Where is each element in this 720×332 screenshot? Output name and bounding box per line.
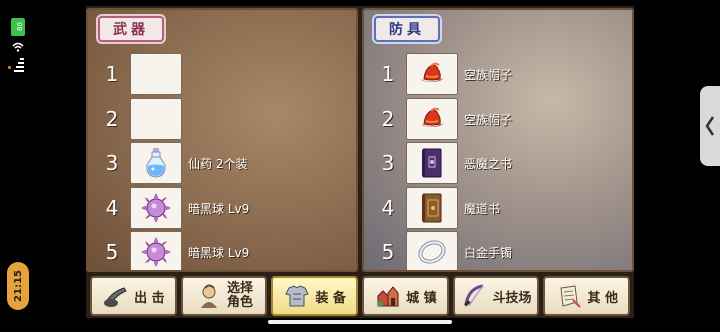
nav-label-line2: 角色 xyxy=(227,295,254,310)
slot-number: 3 xyxy=(105,151,119,175)
slot-box[interactable] xyxy=(406,231,458,270)
battery-indicator: 80 xyxy=(11,18,25,36)
signal-icon xyxy=(14,58,24,72)
weapon-slot[interactable]: 2 xyxy=(98,97,348,141)
sortie-icon xyxy=(102,282,130,310)
clock-time: 21:15 xyxy=(12,270,24,302)
nav-equipment-button[interactable]: 装 备 xyxy=(271,276,359,316)
slot-label: 暗黑球 Lv9 xyxy=(188,245,250,260)
slot-number: 2 xyxy=(381,107,395,131)
nav-arena-button[interactable]: 斗技场 xyxy=(452,276,540,316)
scroll-icon xyxy=(555,282,583,310)
slot-box[interactable] xyxy=(130,187,182,229)
game-screen: 武器 1 2 3 仙药 2个装 4 暗黑球 Lv9 5 暗黑球 Lv9 防具 1… xyxy=(86,6,634,318)
nav-label: 斗技场 xyxy=(492,290,532,306)
weapon-slot[interactable]: 4 暗黑球 Lv9 xyxy=(98,186,348,230)
slot-box-empty[interactable] xyxy=(130,53,182,95)
slot-number: 1 xyxy=(105,62,119,86)
dark-orb-icon xyxy=(141,237,171,267)
slot-box[interactable] xyxy=(406,142,458,184)
slot-number: 1 xyxy=(381,62,395,86)
back-tab[interactable] xyxy=(700,86,720,166)
slot-box[interactable] xyxy=(130,142,182,184)
nav-label-line1: 选择 xyxy=(227,281,254,296)
weapons-title: 武器 xyxy=(98,16,164,42)
slot-number: 4 xyxy=(105,196,119,220)
slot-box[interactable] xyxy=(406,98,458,140)
slot-number: 5 xyxy=(381,240,395,264)
nav-select-character-button[interactable]: 选择 角色 xyxy=(180,276,268,316)
slot-label: 白金手镯 xyxy=(464,245,513,260)
armor-slot[interactable]: 1 空族帽子 xyxy=(374,52,624,96)
weapon-slot[interactable]: 5 暗黑球 Lv9 xyxy=(98,230,348,270)
red-hat-icon xyxy=(420,62,444,82)
potion-icon xyxy=(146,148,166,178)
slot-label: 魔道书 xyxy=(464,201,501,216)
nav-other-button[interactable]: 其 他 xyxy=(543,276,631,316)
time-pill: 21:15 xyxy=(7,262,29,310)
nav-label: 装 备 xyxy=(315,290,346,306)
slot-label: 仙药 2个装 xyxy=(188,156,248,171)
red-hat-icon xyxy=(420,107,444,127)
nav-label: 城 镇 xyxy=(406,290,437,306)
armor-title: 防具 xyxy=(374,16,440,42)
weapon-slot[interactable]: 3 仙药 2个装 xyxy=(98,141,348,185)
slot-number: 4 xyxy=(381,196,395,220)
notification-dot xyxy=(8,66,11,69)
slot-label: 暗黑球 Lv9 xyxy=(188,201,250,216)
weapon-slot[interactable]: 1 xyxy=(98,52,348,96)
slot-box[interactable] xyxy=(406,187,458,229)
weapons-panel: 武器 1 2 3 仙药 2个装 4 暗黑球 Lv9 5 暗黑球 Lv9 xyxy=(86,8,358,272)
nav-sortie-button[interactable]: 出 击 xyxy=(90,276,177,316)
chevron-left-icon xyxy=(705,116,715,136)
brown-book-icon xyxy=(422,193,442,223)
nav-town-button[interactable]: 城 镇 xyxy=(362,276,449,316)
dark-orb-icon xyxy=(141,193,171,223)
armor-slot[interactable]: 5 白金手镯 xyxy=(374,230,624,270)
character-icon xyxy=(195,282,223,310)
armor-icon xyxy=(283,282,311,310)
nav-label: 出 击 xyxy=(134,290,165,306)
arena-icon xyxy=(461,282,489,310)
nav-label: 其 他 xyxy=(587,290,618,306)
slot-number: 2 xyxy=(105,107,119,131)
slot-number: 5 xyxy=(105,240,119,264)
town-icon xyxy=(374,282,402,310)
slot-label: 恶魔之书 xyxy=(464,156,513,171)
armor-slot[interactable]: 4 魔道书 xyxy=(374,186,624,230)
nav-label: 选择 角色 xyxy=(227,282,253,310)
status-bar: 80 21:15 xyxy=(0,0,36,332)
armor-slot[interactable]: 3 恶魔之书 xyxy=(374,141,624,185)
slot-box[interactable] xyxy=(130,231,182,270)
slot-number: 3 xyxy=(381,151,395,175)
armor-panel: 防具 1 空族帽子 2 空族帽子 3 恶魔之书 4 魔道书 5 白金手镯 xyxy=(362,8,634,272)
slot-label: 空族帽子 xyxy=(464,112,513,127)
slot-box[interactable] xyxy=(406,53,458,95)
slot-box-empty[interactable] xyxy=(130,98,182,140)
purple-book-icon xyxy=(422,148,442,178)
slot-label: 空族帽子 xyxy=(464,67,513,82)
bottom-nav: 出 击 选择 角色 装 备 城 镇 斗技场 其 他 xyxy=(86,274,634,318)
armor-slot[interactable]: 2 空族帽子 xyxy=(374,97,624,141)
home-indicator[interactable] xyxy=(268,320,452,324)
bracelet-icon xyxy=(418,240,446,264)
wifi-icon xyxy=(12,42,24,52)
